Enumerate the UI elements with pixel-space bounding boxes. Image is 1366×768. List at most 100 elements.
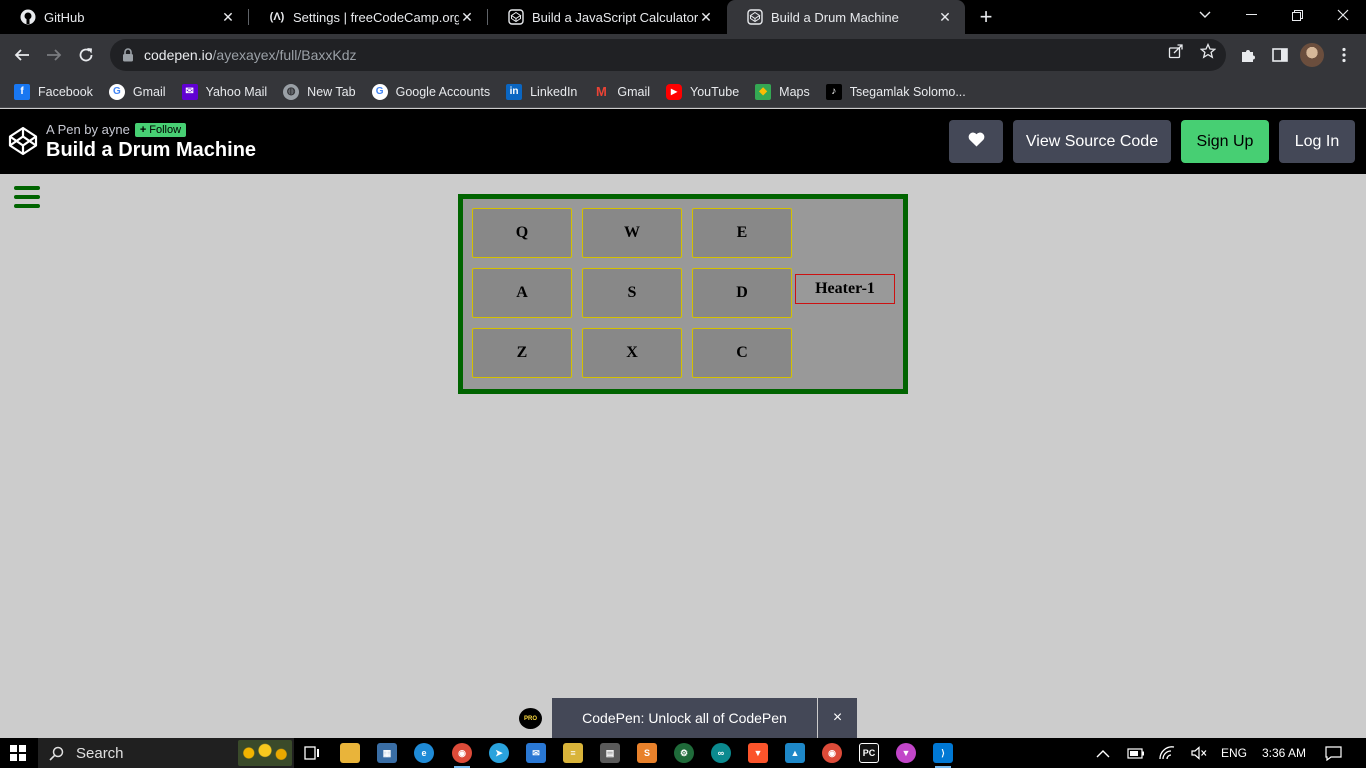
bookmark-yahoo-mail[interactable]: ✉ Yahoo Mail [181,83,267,100]
browser-menu-icon[interactable] [1334,45,1354,65]
tab-drum-machine[interactable]: Build a Drum Machine ✕ [727,0,965,34]
taskbar-search-box[interactable]: Search [38,738,294,768]
pen-author-text[interactable]: A Pen by ayne [46,122,130,137]
chrome-icon[interactable]: ◉ [452,743,472,768]
bookmark-label: Google Accounts [395,84,491,99]
windows-start-icon[interactable] [10,745,26,761]
tab-github[interactable]: GitHub ✕ [0,0,248,34]
drum-pad-w[interactable]: W [582,208,682,258]
photos-icon[interactable]: ▲ [785,743,805,763]
bookmark-maps[interactable]: ◆ Maps [755,83,810,100]
side-panel-icon[interactable] [1270,45,1290,65]
lock-icon [120,47,136,63]
drum-pad-e[interactable]: E [692,208,792,258]
close-icon[interactable]: ✕ [220,9,236,25]
volume-muted-icon[interactable] [1191,738,1207,768]
bookmarks-bar: f Facebook G Gmail ✉ Yahoo Mail ◍ New Ta… [0,76,1366,108]
tab-javascript-calculator[interactable]: Build a JavaScript Calculator ✕ [488,0,726,34]
maps-icon: ◆ [755,83,772,100]
forward-button[interactable] [40,41,68,69]
tab-freecodecamp-settings[interactable]: (Λ) Settings | freeCodeCamp.org ✕ [249,0,487,34]
restore-button[interactable] [1274,0,1320,30]
facebook-icon: f [14,83,30,100]
git-icon[interactable]: ⚙ [674,743,694,763]
promo-close-button[interactable]: × [818,698,857,738]
follow-label: Follow [149,123,182,136]
address-bar[interactable]: codepen.io/ayexayex/full/BaxxKdz [110,39,1226,71]
close-window-button[interactable] [1320,0,1366,30]
bookmark-label: YouTube [690,84,740,99]
new-tab-button[interactable]: + [974,4,998,29]
drum-pad-x[interactable]: X [582,328,682,378]
pen-byline: A Pen by ayne + Follow [46,122,187,137]
tab-title: GitHub [44,9,85,25]
log-in-button[interactable]: Log In [1279,120,1355,163]
tab-search-chevron-icon[interactable] [1182,0,1228,30]
promo-banner[interactable]: CodePen: Unlock all of CodePen [552,698,817,738]
follow-button[interactable]: + Follow [134,122,187,137]
hamburger-menu-icon[interactable] [14,186,40,208]
close-icon[interactable]: ✕ [937,9,953,25]
chrome-profile-icon[interactable]: ◉ [822,743,842,763]
close-icon[interactable]: ✕ [459,9,475,25]
reload-button[interactable] [72,41,100,69]
bookmark-youtube[interactable]: ▶ YouTube [666,83,740,100]
sign-up-button[interactable]: Sign Up [1181,120,1269,163]
view-source-button[interactable]: View Source Code [1013,120,1171,163]
drum-pad-a[interactable]: A [472,268,572,318]
url-host: codepen.io [144,47,213,63]
bookmark-google-accounts[interactable]: G Google Accounts [371,83,491,100]
pycharm-icon[interactable]: PC [859,743,879,763]
codepen-icon [747,9,763,25]
bookmark-gmail[interactable]: G Gmail [108,83,166,100]
profile-avatar[interactable] [1300,43,1324,67]
microsoft-store-icon[interactable]: ▦ [377,743,397,763]
notepad-icon[interactable]: ≡ [563,743,583,763]
drum-pad-z[interactable]: Z [472,328,572,378]
bookmark-linkedin[interactable]: in LinkedIn [506,83,578,100]
linkedin-icon: in [506,83,523,100]
show-hidden-icons-chevron-icon[interactable] [1096,738,1110,768]
notifications-icon[interactable] [1325,738,1342,768]
task-view-icon[interactable] [302,743,322,763]
sublime-icon[interactable]: S [637,743,657,763]
pen-title: Build a Drum Machine [46,139,257,161]
drum-pad-q[interactable]: Q [472,208,572,258]
codepen-logo-icon[interactable] [8,126,38,156]
windows-taskbar: Search ▦ e ◉ ➤ ✉ ≡ ▤ S ⚙ ∞ ▼ ▲ ◉ PC ▼ ⟩ … [0,738,1366,768]
vscode-icon[interactable]: ⟩ [933,743,953,768]
like-button[interactable] [949,120,1003,163]
calculator-icon[interactable]: ▤ [600,743,620,763]
language-indicator[interactable]: ENG [1221,738,1247,768]
clock[interactable]: 3:36 AM [1262,738,1306,768]
bookmark-facebook[interactable]: f Facebook [14,83,93,100]
telegram-icon[interactable]: ➤ [489,743,509,763]
drum-pad-s[interactable]: S [582,268,682,318]
bookmark-tiktok[interactable]: ♪ Tsegamlak Solomo... [825,83,966,100]
vpn-icon[interactable]: ▼ [896,743,916,763]
tab-title: Build a Drum Machine [771,9,899,25]
mail-icon[interactable]: ✉ [526,743,546,763]
bookmark-star-icon[interactable] [1199,42,1217,60]
file-explorer-icon[interactable] [340,743,360,763]
brave-icon[interactable]: ▼ [748,743,768,763]
pro-badge-icon: PRO [519,708,542,729]
minimize-button[interactable] [1228,0,1274,30]
bookmark-new-tab[interactable]: ◍ New Tab [283,83,356,100]
back-button[interactable] [8,41,36,69]
drum-pad-c[interactable]: C [692,328,792,378]
battery-icon[interactable] [1127,738,1145,768]
network-icon[interactable] [1158,738,1176,768]
bookmark-gmail-2[interactable]: M Gmail [593,84,650,100]
browser-toolbar: codepen.io/ayexayex/full/BaxxKdz [0,34,1366,76]
arduino-icon[interactable]: ∞ [711,743,731,763]
bookmark-label: LinkedIn [530,84,578,99]
drum-pad-d[interactable]: D [692,268,792,318]
edge-icon[interactable]: e [414,743,434,763]
share-icon[interactable] [1167,42,1185,60]
close-icon[interactable]: ✕ [698,9,714,25]
bookmark-label: Gmail [132,84,166,99]
extensions-puzzle-icon[interactable] [1238,45,1258,65]
search-placeholder: Search [76,744,124,762]
github-icon [20,9,36,25]
